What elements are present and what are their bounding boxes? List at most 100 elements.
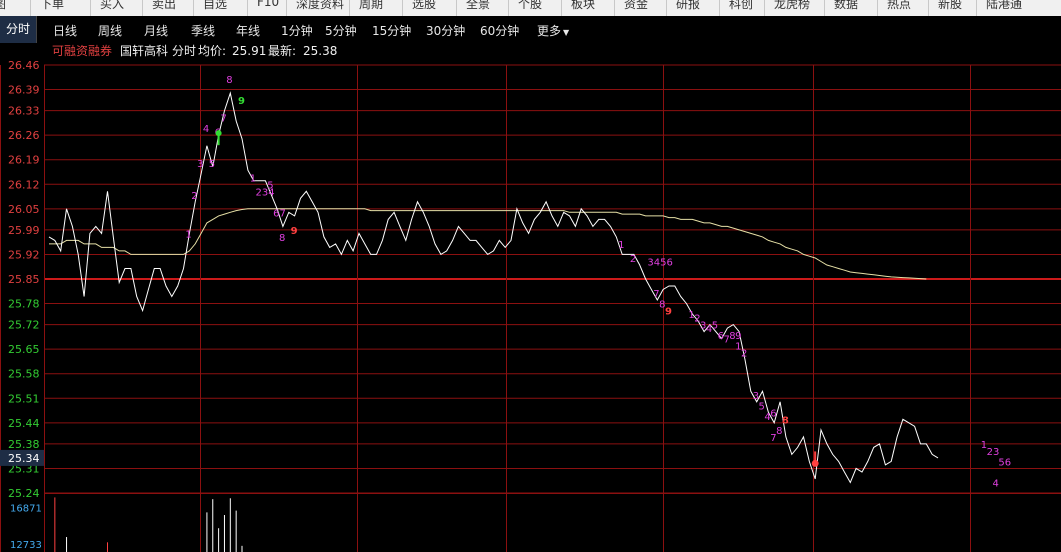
- y-tick-label: 26.12: [8, 178, 40, 191]
- signal-marker: 2: [191, 191, 197, 202]
- toolbar-separator: [666, 0, 667, 16]
- toolbar-item-16[interactable]: 数据: [834, 0, 858, 12]
- volume-tick-label: 12733: [10, 540, 42, 551]
- price-line: [48, 91, 939, 484]
- toolbar-separator: [193, 0, 194, 16]
- signal-marker: 9: [735, 331, 741, 342]
- toolbar-separator: [456, 0, 457, 16]
- toolbar-item-12[interactable]: 资金: [624, 0, 648, 12]
- top-toolbar: 图 下单 买入 卖出 自选 F10 深度资料 周期 选股 全景 个股 板块 资金 研报 科创 龙虎榜 数据 热点 新…: [0, 0, 1061, 16]
- signal-marker: 1: [185, 229, 191, 240]
- toolbar-separator: [719, 0, 720, 16]
- toolbar-separator: [30, 0, 31, 16]
- toolbar-separator: [824, 0, 825, 16]
- toolbar-separator: [976, 0, 977, 16]
- toolbar-item-6[interactable]: 深度资料: [296, 0, 344, 12]
- signal-marker: 1: [250, 173, 256, 184]
- signal-marker: 7: [653, 289, 659, 300]
- tab-period-5[interactable]: 1分钟: [281, 22, 313, 39]
- toolbar-item-15[interactable]: 龙虎榜: [774, 0, 810, 12]
- stock-name: 国轩高科: [120, 43, 168, 58]
- chart-grid: [0, 64, 1061, 552]
- signal-marker: 23: [987, 447, 1000, 458]
- signal-marker: 3: [753, 391, 759, 402]
- margin-trading-tag: 可融资融券: [52, 43, 112, 58]
- toolbar-item-4[interactable]: 自选: [203, 0, 227, 12]
- toolbar-item-18[interactable]: 新股: [938, 0, 962, 12]
- y-tick-label: 25.24: [8, 487, 40, 500]
- y-tick-label: 26.39: [8, 84, 40, 97]
- tab-period-3[interactable]: 季线: [191, 22, 215, 39]
- signal-marker: 67: [273, 208, 286, 219]
- signal-marker: 5: [267, 180, 273, 191]
- current-price-label: 25.34: [8, 452, 40, 465]
- signal-marker: 8: [776, 426, 782, 437]
- avg-price-value: 25.91: [232, 44, 266, 58]
- chart-header: 可融资融券 国轩高科 分时 均价: 25.91 最新: 25.38: [52, 43, 337, 58]
- toolbar-item-10[interactable]: 个股: [518, 0, 542, 12]
- tab-period-8[interactable]: 30分钟: [426, 22, 465, 39]
- toolbar-separator: [508, 0, 509, 16]
- y-tick-label: 25.72: [8, 319, 40, 332]
- toolbar-separator: [142, 0, 143, 16]
- signal-marker: 9: [665, 307, 672, 318]
- toolbar-item-8[interactable]: 选股: [412, 0, 436, 12]
- tab-period-9[interactable]: 60分钟: [480, 22, 519, 39]
- buy-arrow-head: [811, 459, 819, 467]
- y-tick-label: 25.51: [8, 392, 40, 405]
- y-tick-label: 25.65: [8, 343, 40, 356]
- toolbar-item-3[interactable]: 卖出: [152, 0, 176, 12]
- toolbar-separator: [402, 0, 403, 16]
- more-menu-button[interactable]: 更多 ▼: [537, 22, 569, 39]
- y-tick-label: 26.46: [8, 59, 40, 72]
- signal-marker: 3: [197, 159, 203, 170]
- toolbar-item-7[interactable]: 周期: [359, 0, 383, 12]
- chevron-down-icon: ▼: [563, 28, 570, 37]
- toolbar-item-11[interactable]: 板块: [571, 0, 595, 12]
- toolbar-separator: [561, 0, 562, 16]
- toolbar-item-14[interactable]: 科创: [729, 0, 753, 12]
- tab-period-4[interactable]: 年线: [236, 22, 260, 39]
- volume-tick-label: 16871: [10, 503, 42, 514]
- signal-marker: 5: [209, 159, 215, 170]
- y-tick-label: 26.26: [8, 129, 40, 142]
- toolbar-separator: [247, 0, 248, 16]
- tab-period-2[interactable]: 月线: [144, 22, 168, 39]
- signal-marker: 2: [741, 349, 747, 360]
- signal-marker: 2: [630, 254, 636, 265]
- tab-intraday[interactable]: 分时: [0, 16, 38, 43]
- toolbar-item-19[interactable]: 陆港通: [986, 0, 1022, 12]
- toolbar-separator: [349, 0, 350, 16]
- avg-price-label: 均价:: [198, 44, 226, 58]
- last-price-value: 25.38: [303, 44, 337, 58]
- y-tick-label: 25.44: [8, 417, 40, 430]
- period-tab-bar: 分时 日线 周线 月线 季线 年线 1分钟 5分钟 15分钟 30分钟 60分钟 更多 ▼: [0, 16, 1061, 43]
- signal-marker: 6: [770, 408, 776, 419]
- signal-marker: 5: [759, 401, 765, 412]
- toolbar-item-5[interactable]: F10: [257, 0, 279, 9]
- tab-period-0[interactable]: 日线: [53, 22, 77, 39]
- toolbar-item-9[interactable]: 全景: [466, 0, 490, 12]
- price-lines: [48, 91, 939, 484]
- toolbar-separator: [614, 0, 615, 16]
- signal-marker: 9: [238, 96, 245, 107]
- signal-marker: 1: [618, 240, 624, 251]
- y-tick-label: 26.19: [8, 154, 40, 167]
- toolbar-item-2[interactable]: 买入: [100, 0, 124, 12]
- signal-marker: 4: [203, 124, 209, 135]
- last-price-label: 最新:: [268, 43, 296, 58]
- signal-marker: 8: [226, 75, 232, 86]
- tab-period-7[interactable]: 15分钟: [372, 22, 411, 39]
- toolbar-separator: [877, 0, 878, 16]
- toolbar-item-1[interactable]: 下单: [40, 0, 64, 12]
- signal-marker: 8: [279, 233, 285, 244]
- toolbar-separator: [928, 0, 929, 16]
- tab-period-1[interactable]: 周线: [98, 22, 122, 39]
- y-tick-label: 26.05: [8, 203, 40, 216]
- y-tick-label: 25.99: [8, 224, 40, 237]
- toolbar-item-17[interactable]: 热点: [887, 0, 911, 12]
- toolbar-item-13[interactable]: 研报: [676, 0, 700, 12]
- toolbar-item-0[interactable]: 图: [0, 0, 6, 12]
- tab-period-6[interactable]: 5分钟: [325, 22, 357, 39]
- toolbar-separator: [764, 0, 765, 16]
